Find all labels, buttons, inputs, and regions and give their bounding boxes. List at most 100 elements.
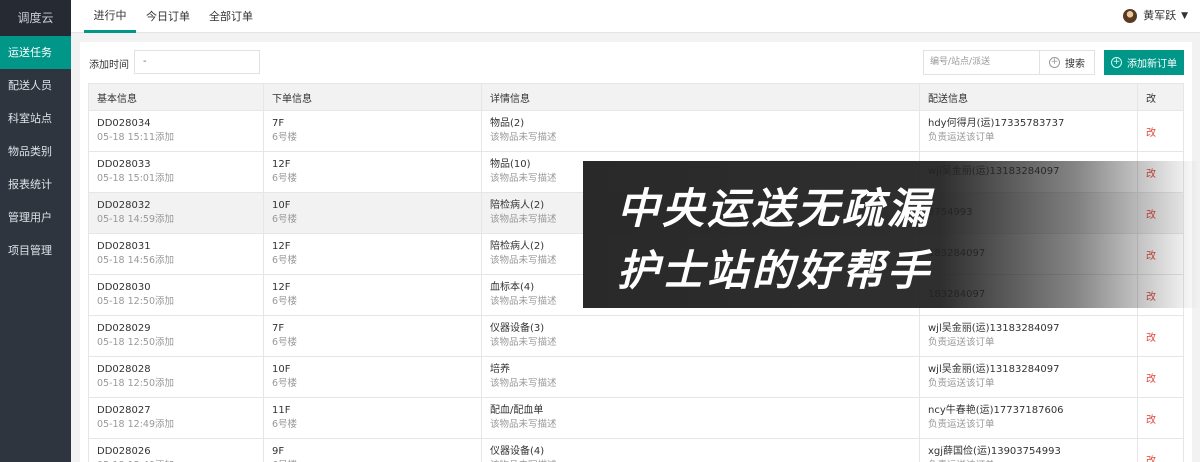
order-id: DD028028 — [97, 364, 151, 375]
edit-order-link[interactable]: 改 — [1146, 374, 1156, 385]
table-cell: 7F 6号楼 — [263, 315, 482, 357]
promo-line-2: 护士站的好帮手 — [617, 246, 933, 295]
order-created-time: 05-18 14:56添加 — [97, 255, 175, 266]
table-cell: DD028029 05-18 12:50添加 — [88, 315, 264, 357]
table-cell: 改 — [1137, 397, 1184, 439]
edit-order-link[interactable]: 改 — [1146, 456, 1156, 462]
order-id: DD028030 — [97, 282, 151, 293]
table-cell: 12F 6号楼 — [263, 151, 482, 193]
order-floor: 7F — [272, 323, 285, 334]
order-id: DD028033 — [97, 159, 151, 170]
tab-in-progress[interactable]: 进行中 — [84, 0, 136, 33]
header-detail-info[interactable]: 详情信息 — [481, 83, 920, 111]
search-button[interactable]: + 搜索 — [1039, 50, 1095, 75]
table-cell: 12F 6号楼 — [263, 274, 482, 316]
user-menu[interactable]: 黄军跃 ▼ — [1123, 8, 1188, 24]
table-cell: 10F 6号楼 — [263, 192, 482, 234]
order-id: DD028027 — [97, 405, 151, 416]
order-item: 物品(2) — [490, 118, 525, 129]
sidebar-item-admin-users[interactable]: 管理用户 — [0, 201, 71, 234]
sidebar-item-item-categories[interactable]: 物品类别 — [0, 135, 71, 168]
order-created-time: 05-18 12:50添加 — [97, 378, 175, 389]
order-courier: ncy牛春艳(运)17737187606 — [928, 405, 1064, 416]
table-cell: DD028032 05-18 14:59添加 — [88, 192, 264, 234]
order-building: 6号楼 — [272, 255, 298, 266]
order-id: DD028031 — [97, 241, 151, 252]
edit-order-link[interactable]: 改 — [1146, 415, 1156, 426]
table-cell: DD028028 05-18 12:50添加 — [88, 356, 264, 398]
user-name: 黄军跃 — [1143, 9, 1177, 22]
table-cell: 改 — [1137, 356, 1184, 398]
plus-circle-icon: + — [1049, 57, 1060, 68]
order-building: 6号楼 — [272, 214, 298, 225]
avatar — [1123, 9, 1138, 23]
order-id: DD028026 — [97, 446, 151, 457]
plus-circle-icon: + — [1111, 57, 1122, 68]
order-courier: hdy何得月(运)17335783737 — [928, 118, 1065, 129]
header-basic-info[interactable]: 基本信息 — [88, 83, 264, 111]
order-item: 仪器设备(4) — [490, 446, 545, 457]
add-order-button[interactable]: + 添加新订单 — [1104, 50, 1184, 75]
table-row[interactable]: DD028029 05-18 12:50添加 7F 6号楼 仪器设备(3) 该物品未写描述… — [88, 315, 1184, 357]
order-courier-note: 负责运送该订单 — [928, 337, 995, 348]
order-building: 6号楼 — [272, 132, 298, 143]
table-cell: 配血/配血单该物品未写描述 — [481, 397, 920, 439]
table-row[interactable]: DD028027 05-18 12:49添加 11F 6号楼 配血/配血单 该物品未写描述… — [88, 397, 1184, 439]
table-cell: DD02802605-18 12:49添加 — [88, 438, 264, 462]
table-cell: xgj薛国俭(运)13903754993负责运送该订单 — [919, 438, 1138, 462]
promo-banner: 中央运送无疏漏 护士站的好帮手 — [583, 161, 1200, 308]
order-floor: 9F — [272, 446, 285, 457]
order-item-description: 该物品未写描述 — [490, 378, 557, 389]
table-cell: DD028033 05-18 15:01添加 — [88, 151, 264, 193]
order-item-description: 该物品未写描述 — [490, 419, 557, 430]
order-floor: 11F — [272, 405, 291, 416]
order-building: 6号楼 — [272, 419, 298, 430]
table-row[interactable]: DD028034 05-18 15:11添加 7F 6号楼 物品(2) 该物品未写描述 hd… — [88, 110, 1184, 152]
tab-today-orders[interactable]: 今日订单 — [143, 0, 193, 33]
promo-line-1: 中央运送无疏漏 — [617, 184, 933, 233]
search-input[interactable]: 编号/站点/派送 — [923, 50, 1039, 75]
header-delivery-info[interactable]: 配送信息 — [919, 83, 1138, 111]
header-order-info[interactable]: 下单信息 — [263, 83, 482, 111]
top-bar: 进行中 今日订单 全部订单 黄军跃 ▼ — [71, 0, 1200, 33]
order-floor: 12F — [272, 159, 291, 170]
table-cell: DD028034 05-18 15:11添加 — [88, 110, 264, 152]
tab-all-orders[interactable]: 全部订单 — [206, 0, 256, 33]
table-row[interactable]: DD02802605-18 12:49添加9F6号楼仪器设备(4)该物品未写描述… — [88, 438, 1184, 462]
table-cell: wjl吴金丽(运)13183284097 负责运送该订单 — [919, 315, 1138, 357]
table-cell: wjl吴金丽(运)13183284097 负责运送该订单 — [919, 356, 1138, 398]
caret-down-icon: ▼ — [1181, 11, 1188, 21]
date-range-input[interactable]: - — [134, 50, 260, 74]
table-cell: 改 — [1137, 315, 1184, 357]
table-row[interactable]: DD028028 05-18 12:50添加 10F 6号楼 培养 该物品未写描述 wjl吴… — [88, 356, 1184, 398]
table-cell: 9F6号楼 — [263, 438, 482, 462]
order-created-time: 05-18 15:11添加 — [97, 132, 175, 143]
order-courier-note: 负责运送该订单 — [928, 378, 995, 389]
table-cell: 7F 6号楼 — [263, 110, 482, 152]
table-cell: 11F 6号楼 — [263, 397, 482, 439]
order-created-time: 05-18 12:50添加 — [97, 296, 175, 307]
order-building: 6号楼 — [272, 337, 298, 348]
edit-order-link[interactable]: 改 — [1146, 128, 1156, 139]
table-cell: 仪器设备(4)该物品未写描述 — [481, 438, 920, 462]
sidebar-item-departments[interactable]: 科室站点 — [0, 102, 71, 135]
table-cell: 改 — [1137, 110, 1184, 152]
order-item: 配血/配血单 — [490, 405, 544, 416]
table-cell: DD028030 05-18 12:50添加 — [88, 274, 264, 316]
sidebar-item-couriers[interactable]: 配送人员 — [0, 69, 71, 102]
sidebar-item-delivery-tasks[interactable]: 运送任务 — [0, 36, 71, 69]
sidebar-item-projects[interactable]: 项目管理 — [0, 234, 71, 267]
order-courier-note: 负责运送该订单 — [928, 132, 995, 143]
brand-logo: 调度云 — [0, 0, 71, 36]
order-created-time: 05-18 12:49添加 — [97, 419, 175, 430]
sidebar-item-reports[interactable]: 报表统计 — [0, 168, 71, 201]
order-id: DD028034 — [97, 118, 151, 129]
table-cell: 仪器设备(3) 该物品未写描述 — [481, 315, 920, 357]
order-item-description: 该物品未写描述 — [490, 132, 557, 143]
edit-order-link[interactable]: 改 — [1146, 333, 1156, 344]
header-edit[interactable]: 改 — [1137, 83, 1184, 111]
order-created-time: 05-18 14:59添加 — [97, 214, 175, 225]
order-courier-note: 负责运送该订单 — [928, 419, 995, 430]
order-floor: 12F — [272, 241, 291, 252]
table-cell: DD028031 05-18 14:56添加 — [88, 233, 264, 275]
